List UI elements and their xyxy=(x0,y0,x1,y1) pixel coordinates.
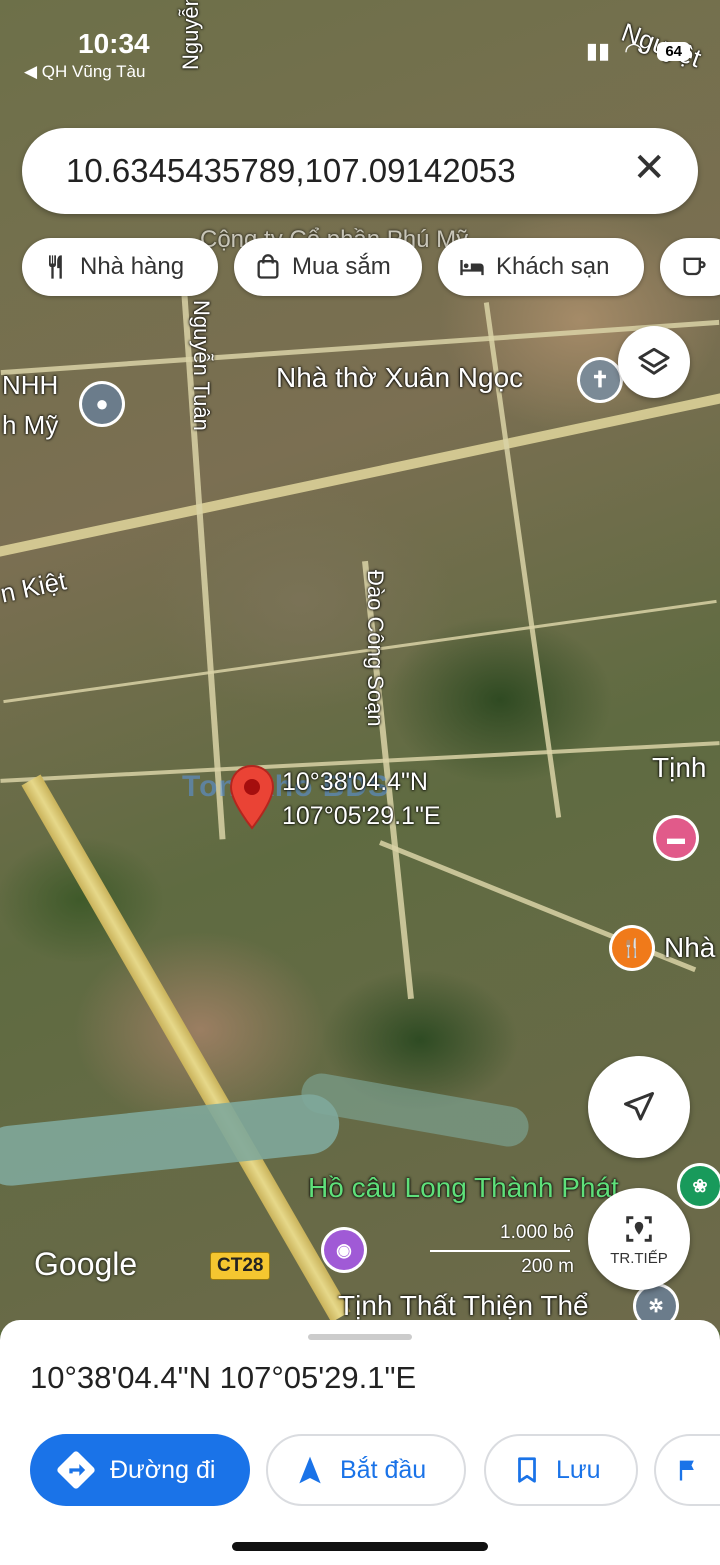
my-location-button[interactable] xyxy=(588,1056,690,1158)
fork-knife-icon xyxy=(49,255,62,279)
camera-marker-icon[interactable]: ◉ xyxy=(324,1230,364,1270)
status-icons: ▮▮ ◠ 64 xyxy=(586,38,690,64)
chip-label: Mua sắm xyxy=(292,253,391,280)
search-input[interactable]: 10.6345435789,107.09142053 xyxy=(66,152,566,190)
start-button[interactable]: Bắt đầu xyxy=(266,1434,466,1506)
fishing-pond-label[interactable]: Hồ câu Long Thành Phát xyxy=(308,1172,619,1204)
home-indicator[interactable] xyxy=(232,1542,488,1551)
location-pin-icon[interactable] xyxy=(228,764,276,835)
navigation-arrow-icon xyxy=(299,1456,321,1484)
restaurant-marker-icon[interactable]: 🍴 xyxy=(612,928,652,968)
place-marker-icon[interactable]: ● xyxy=(82,384,122,424)
start-label: Bắt đầu xyxy=(340,1455,427,1484)
directions-icon xyxy=(57,1451,95,1489)
park-marker-icon[interactable]: ❀ xyxy=(680,1166,720,1206)
flag-icon xyxy=(679,1460,694,1481)
street-label: Đào Công Soạn xyxy=(363,570,388,727)
pin-longitude: 107°05'29.1"E xyxy=(282,801,441,830)
pin-latitude: 10°38'04.4"N xyxy=(282,768,428,796)
chip-shopping[interactable]: Mua sắm xyxy=(234,238,422,296)
hotel-marker-icon[interactable]: ▬ xyxy=(656,818,696,858)
status-time: 10:34 xyxy=(78,28,150,59)
place-label[interactable]: Nhà xyxy=(664,932,715,964)
tr-tiep-label: TR.TIẾP xyxy=(610,1249,668,1267)
chip-hotels[interactable]: Khách sạn xyxy=(438,238,644,296)
scale-meters: 200 m xyxy=(521,1256,574,1277)
chip-label: Khách sạn xyxy=(496,253,610,280)
save-label: Lưu xyxy=(556,1455,601,1484)
directions-button[interactable]: Đường đi xyxy=(30,1434,250,1506)
back-to-app-link[interactable]: ◀ QH Vũng Tàu xyxy=(24,62,145,82)
bookmark-icon xyxy=(518,1457,536,1483)
status-bar: 10:34 ◀ QH Vũng Tàu ▮▮ ◠ 64 xyxy=(0,28,720,81)
search-bar[interactable]: 10.6345435789,107.09142053 ✕ xyxy=(22,128,698,214)
river xyxy=(0,1091,343,1189)
company-label: h Mỹ xyxy=(2,410,59,440)
sheet-drag-handle[interactable] xyxy=(308,1334,412,1340)
pin-coordinate-label: 10°38'04.4"N 107°05'29.1"E xyxy=(282,766,441,834)
road-badge: CT28 xyxy=(210,1252,271,1280)
shopping-bag-icon xyxy=(257,254,279,279)
company-label: NHH xyxy=(2,370,59,400)
signal-icon: ▮▮ xyxy=(585,38,611,63)
coffee-icon xyxy=(683,257,706,276)
scale-feet: 1.000 bộ xyxy=(500,1222,574,1243)
google-logo: Google xyxy=(34,1246,138,1282)
label-button[interactable] xyxy=(654,1434,720,1506)
directions-label: Đường đi xyxy=(110,1455,216,1484)
location-search-icon xyxy=(626,1215,652,1242)
street-label: Nguyễn Tuân xyxy=(189,300,214,431)
place-label[interactable]: Tịnh xyxy=(652,752,706,784)
scale-bar xyxy=(430,1250,570,1252)
layers-icon xyxy=(638,347,670,375)
chip-restaurants[interactable]: Nhà hàng xyxy=(22,238,218,296)
close-icon[interactable]: ✕ xyxy=(632,148,666,188)
chip-label: Nhà hàng xyxy=(80,253,185,280)
save-button[interactable]: Lưu xyxy=(484,1434,638,1506)
battery-icon: 64 xyxy=(657,41,690,61)
highway xyxy=(21,774,351,1323)
navigation-arrow-icon xyxy=(624,1092,654,1121)
wifi-icon: ◠ xyxy=(624,38,644,63)
place-coordinates: 10°38'04.4"N 107°05'29.1"E xyxy=(30,1360,417,1395)
layers-button[interactable] xyxy=(618,326,690,398)
church-marker-icon[interactable]: ✝ xyxy=(580,360,620,400)
chip-more[interactable] xyxy=(660,238,720,296)
church-label[interactable]: Nhà thờ Xuân Ngọc xyxy=(276,362,523,394)
nearby-explore-button[interactable]: TR.TIẾP xyxy=(588,1188,690,1290)
bed-icon xyxy=(460,260,484,276)
road xyxy=(3,599,717,704)
street-label: n Kiệt xyxy=(0,565,69,609)
place-label[interactable]: Tịnh Thất Thiện Thể xyxy=(338,1290,589,1322)
